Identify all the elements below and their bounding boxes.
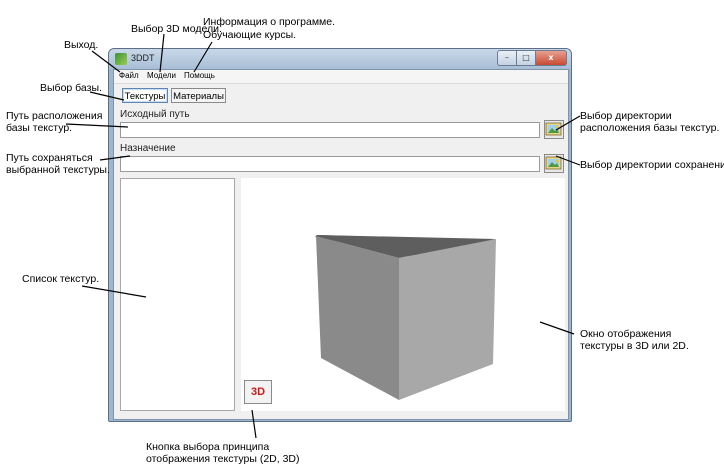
- title-bar[interactable]: 3DDT – □ x: [109, 49, 571, 69]
- annotation-save-dir: Выбор директории сохранения.: [580, 159, 724, 171]
- annotation-source-dir-1: Выбор директории: [580, 110, 672, 122]
- annotation-save-path-2: выбранной текстуры.: [6, 164, 110, 176]
- folder-image-icon: [545, 156, 562, 170]
- close-button[interactable]: x: [535, 50, 567, 66]
- annotation-source-path-2: базы текстур.: [6, 122, 73, 134]
- client-area: Файл Модели Помощь Текстуры Материалы Ис…: [113, 69, 569, 420]
- menu-file[interactable]: Файл: [119, 71, 139, 80]
- annotation-source-dir-2: расположения базы текстур.: [580, 122, 720, 134]
- annotation-source-path-1: Путь расположения: [6, 110, 103, 122]
- menu-models[interactable]: Модели: [147, 71, 176, 80]
- destination-label: Назначение: [120, 143, 176, 154]
- annotation-texture-list: Список текстур.: [22, 273, 100, 285]
- cube-preview: [315, 235, 496, 400]
- menu-bar: Файл Модели Помощь: [114, 70, 568, 84]
- annotation-view-2: текстуры в 3D или 2D.: [580, 340, 689, 352]
- browse-destination-button[interactable]: [544, 154, 564, 173]
- destination-input[interactable]: [120, 156, 540, 172]
- window-title: 3DDT: [131, 53, 155, 63]
- annotation-mode-btn-2: отображения текстуры (2D, 3D): [146, 453, 300, 465]
- texture-list[interactable]: [120, 178, 235, 411]
- tab-textures[interactable]: Текстуры: [122, 88, 168, 103]
- maximize-button[interactable]: □: [516, 50, 535, 66]
- app-3d-icon: [115, 53, 127, 65]
- texture-viewport[interactable]: [241, 178, 565, 411]
- annotation-about-2: Обучающие курсы.: [203, 29, 297, 41]
- annotation-mode-btn-1: Кнопка выбора принципа: [146, 441, 270, 453]
- annotation-exit: Выход.: [64, 39, 99, 51]
- minimize-button[interactable]: –: [497, 50, 516, 66]
- menu-help[interactable]: Помощь: [184, 71, 215, 80]
- window-controls: – □ x: [497, 50, 567, 66]
- view-mode-button[interactable]: 3D: [244, 380, 272, 404]
- annotation-save-path-1: Путь сохраняться: [6, 152, 93, 164]
- browse-source-button[interactable]: [544, 120, 564, 139]
- annotation-about-1: Информация о программе.: [203, 16, 336, 28]
- source-path-label: Исходный путь: [120, 109, 190, 120]
- app-window: 3DDT – □ x Файл Модели Помощь Текстуры М…: [108, 48, 572, 422]
- source-path-input[interactable]: [120, 122, 540, 138]
- annotation-view-1: Окно отображения: [580, 328, 672, 340]
- folder-image-icon: [545, 122, 562, 136]
- tab-materials[interactable]: Материалы: [171, 88, 226, 103]
- annotation-base-select: Выбор базы.: [40, 82, 102, 94]
